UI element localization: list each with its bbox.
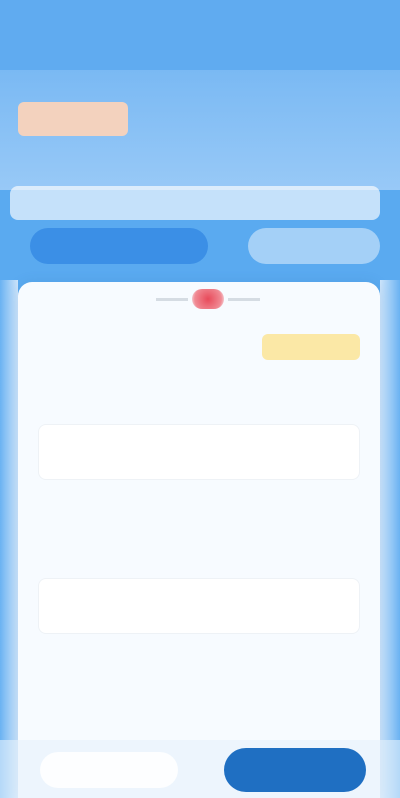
card-row-2 <box>38 382 360 402</box>
brand-badge <box>18 102 128 136</box>
input-field-2[interactable] <box>38 578 360 634</box>
edge-shade-left <box>0 280 18 798</box>
notice-bar[interactable] <box>10 186 380 220</box>
card-row-6 <box>38 706 360 726</box>
logo-line-left <box>156 297 188 301</box>
status-text <box>24 14 304 32</box>
edge-shade-right <box>380 280 400 798</box>
card-row-1 <box>38 334 360 360</box>
status-bar <box>0 0 400 70</box>
tab-primary[interactable] <box>30 228 208 264</box>
input-field-1[interactable] <box>38 424 360 480</box>
card-row-3 <box>38 500 360 520</box>
detail-card <box>18 282 380 798</box>
logo-line-right <box>228 297 260 301</box>
brand-logo-icon <box>192 289 224 309</box>
tab-bar <box>10 228 380 264</box>
status-chip <box>262 334 360 360</box>
card-row-5 <box>38 654 360 674</box>
brand-logo <box>152 286 264 312</box>
app-header <box>0 70 400 190</box>
secondary-action-button[interactable] <box>40 752 178 788</box>
tab-secondary[interactable] <box>248 228 380 264</box>
primary-action-button[interactable] <box>224 748 366 792</box>
card-row-4 <box>38 540 360 560</box>
